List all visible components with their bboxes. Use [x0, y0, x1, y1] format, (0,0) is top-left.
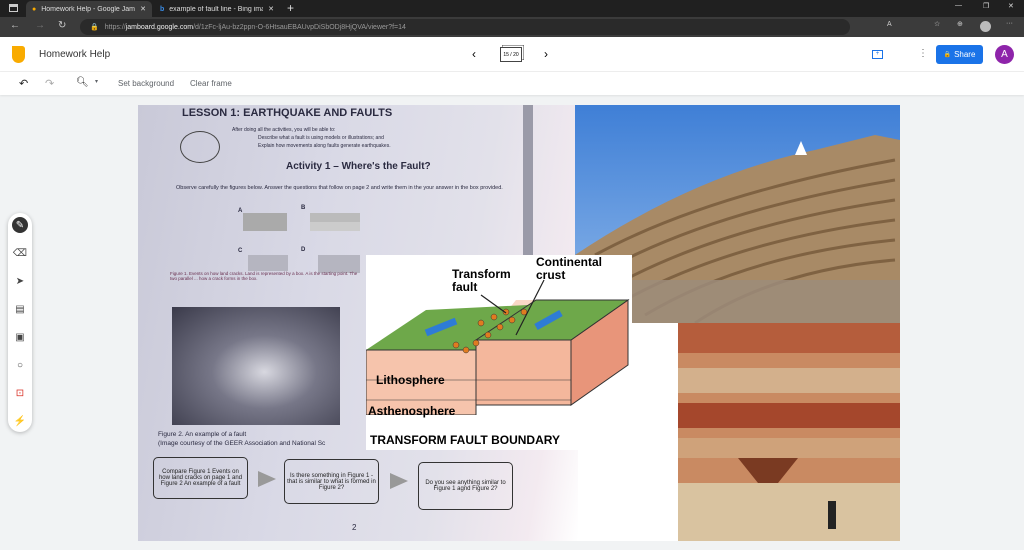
- jamboard-favicon: ●: [32, 5, 37, 13]
- clear-frame-button[interactable]: Clear frame: [190, 79, 232, 88]
- laser-icon[interactable]: ⚡: [12, 413, 28, 429]
- avatar[interactable]: A: [995, 45, 1014, 64]
- collections-icon[interactable]: ⊕: [957, 20, 963, 28]
- set-background-button[interactable]: Set background: [118, 79, 174, 88]
- tab-actions-icon[interactable]: [9, 4, 18, 12]
- lesson-icon: [180, 131, 220, 163]
- arrow-icon: [258, 471, 276, 487]
- tab-homework-help[interactable]: ● Homework Help - Google Jambo ✕: [26, 1, 152, 17]
- profile-icon[interactable]: [980, 21, 991, 32]
- lock-icon: 🔒: [90, 24, 99, 31]
- reload-icon[interactable]: ↻: [58, 20, 66, 31]
- transform-fault-diagram[interactable]: Transform fault Continental crust Lithos…: [366, 255, 632, 450]
- next-frame-button[interactable]: ›: [544, 47, 548, 61]
- address-bar-row: ← → ↻ 🔒 https://jamboard.google.com/d/1zF…: [0, 17, 1024, 37]
- minimize-icon[interactable]: —: [955, 2, 962, 9]
- pen-icon[interactable]: ✎: [12, 217, 28, 233]
- select-icon[interactable]: ➤: [12, 273, 28, 289]
- new-tab-icon[interactable]: +: [287, 1, 294, 15]
- image-icon[interactable]: ▣: [12, 329, 28, 345]
- figure2-fault-photo: [172, 307, 340, 425]
- jam-frame[interactable]: LESSON 1: EARTHQUAKE AND FAULTS After do…: [138, 105, 900, 541]
- bing-favicon: b: [160, 5, 165, 13]
- app-header: Homework Help ‹ 15 / 20 › + ⋮ 🔒 Share A: [0, 37, 1024, 72]
- close-window-icon[interactable]: ✕: [1008, 2, 1014, 10]
- jamboard-logo: [12, 46, 25, 63]
- close-tab-icon[interactable]: ✕: [140, 5, 146, 13]
- menu-icon[interactable]: ···: [1006, 20, 1013, 27]
- sticky-note-icon[interactable]: ▤: [12, 301, 28, 317]
- zoom-dropdown-icon[interactable]: ▾: [95, 78, 98, 85]
- tool-panel: ✎ ⌫ ➤ ▤ ▣ ○ ⊡ ⚡: [8, 213, 32, 432]
- fault-cliff-photo[interactable]: [678, 323, 900, 541]
- circle-icon[interactable]: ○: [12, 357, 28, 373]
- undo-icon[interactable]: ↶: [19, 77, 28, 90]
- restore-icon[interactable]: ❐: [983, 2, 989, 10]
- browser-tab-bar: ● Homework Help - Google Jambo ✕ b examp…: [0, 0, 1024, 17]
- person: [828, 501, 836, 529]
- arrow-icon: [390, 473, 408, 489]
- zoom-icon[interactable]: 🔍︎: [76, 77, 89, 88]
- url-input[interactable]: 🔒 https://jamboard.google.com/d/1zFc-ljAu…: [80, 19, 850, 35]
- previous-frame-button[interactable]: ‹: [472, 47, 476, 61]
- share-button[interactable]: 🔒 Share: [936, 45, 983, 64]
- text-box-icon[interactable]: ⊡: [12, 385, 28, 401]
- favorites-icon[interactable]: ☆: [934, 20, 940, 28]
- toolbar: ↶ ↷ 🔍︎ ▾ Set background Clear frame: [0, 72, 1024, 95]
- eraser-icon[interactable]: ⌫: [12, 245, 28, 261]
- close-tab-icon[interactable]: ✕: [268, 5, 274, 13]
- more-options-icon[interactable]: ⋮: [918, 48, 928, 59]
- document-title[interactable]: Homework Help: [39, 49, 110, 60]
- lock-icon: 🔒: [943, 52, 952, 58]
- redo-icon: ↷: [45, 78, 55, 90]
- present-icon[interactable]: +: [872, 50, 883, 59]
- read-aloud-icon[interactable]: A: [887, 21, 892, 28]
- frame-bar-toggle[interactable]: 15 / 20: [500, 47, 522, 62]
- tab-bing[interactable]: b example of fault line - Bing imag ✕: [154, 1, 280, 17]
- forward-icon: →: [35, 20, 45, 31]
- back-icon[interactable]: ←: [10, 20, 20, 31]
